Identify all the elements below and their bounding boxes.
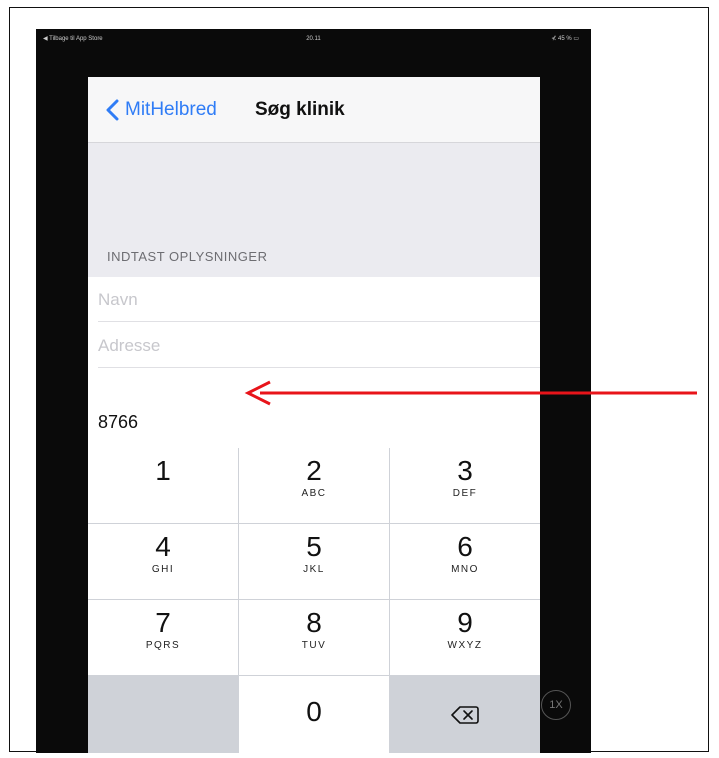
key-letters: GHI — [151, 564, 175, 575]
page-title: Søg klinik — [255, 99, 345, 120]
key-letters: MNO — [451, 564, 479, 575]
back-button[interactable]: MitHelbred — [104, 97, 217, 123]
key-letters: DEF — [452, 488, 478, 499]
key-digit: 6 — [457, 531, 473, 562]
navigation-bar: MitHelbred Søg klinik — [88, 77, 540, 143]
key-digit: 4 — [155, 531, 171, 562]
name-input[interactable] — [98, 287, 518, 313]
key-7[interactable]: 7 PQRS — [88, 600, 238, 675]
annotation-arrow — [244, 380, 697, 406]
divider — [98, 367, 540, 368]
key-letters: WXYZ — [447, 640, 483, 651]
address-input[interactable] — [98, 333, 518, 359]
key-letters: PQRS — [145, 640, 181, 651]
key-6[interactable]: 6 MNO — [390, 524, 540, 599]
scale-toggle-button[interactable]: 1X — [541, 690, 571, 720]
key-digit: 9 — [457, 607, 473, 638]
key-9[interactable]: 9 WXYZ — [390, 600, 540, 675]
key-digit: 8 — [306, 607, 322, 638]
key-digit: 7 — [155, 607, 171, 638]
name-row — [88, 277, 540, 322]
key-4[interactable]: 4 GHI — [88, 524, 238, 599]
section-header: INDTAST OPLYSNINGER — [107, 249, 268, 264]
key-letters: TUV — [301, 640, 327, 651]
status-time: 20.11 — [306, 36, 321, 42]
key-digit: 1 — [155, 455, 171, 486]
key-letters: ABC — [301, 488, 327, 499]
key-2[interactable]: 2 ABC — [239, 448, 389, 523]
key-0[interactable]: 0 — [239, 676, 389, 753]
key-letters: JKL — [303, 564, 325, 575]
keypad-blank-key — [88, 676, 238, 753]
divider — [98, 321, 540, 322]
battery-status: ⊀ 45 % ▭ — [551, 36, 579, 42]
key-8[interactable]: 8 TUV — [239, 600, 389, 675]
backspace-icon — [451, 705, 479, 724]
key-digit: 0 — [306, 696, 322, 727]
numeric-keypad: 1 2 ABC 3 DEF 4 GHI 5 JKL 6 MNO 7 PQRS 8… — [88, 448, 540, 753]
key-digit: 3 — [457, 455, 473, 486]
address-row — [88, 323, 540, 368]
delete-key[interactable] — [390, 676, 540, 753]
chevron-left-icon — [106, 99, 119, 121]
key-3[interactable]: 3 DEF — [390, 448, 540, 523]
zip-code-input[interactable]: 8766 — [98, 412, 138, 433]
key-digit: 2 — [306, 455, 322, 486]
back-button-label: MitHelbred — [125, 99, 217, 120]
key-1[interactable]: 1 — [88, 448, 238, 523]
key-digit: 5 — [306, 531, 322, 562]
status-bar: ◀ Tilbage til App Store 20.11 ⊀ 45 % ▭ — [36, 29, 591, 49]
key-5[interactable]: 5 JKL — [239, 524, 389, 599]
